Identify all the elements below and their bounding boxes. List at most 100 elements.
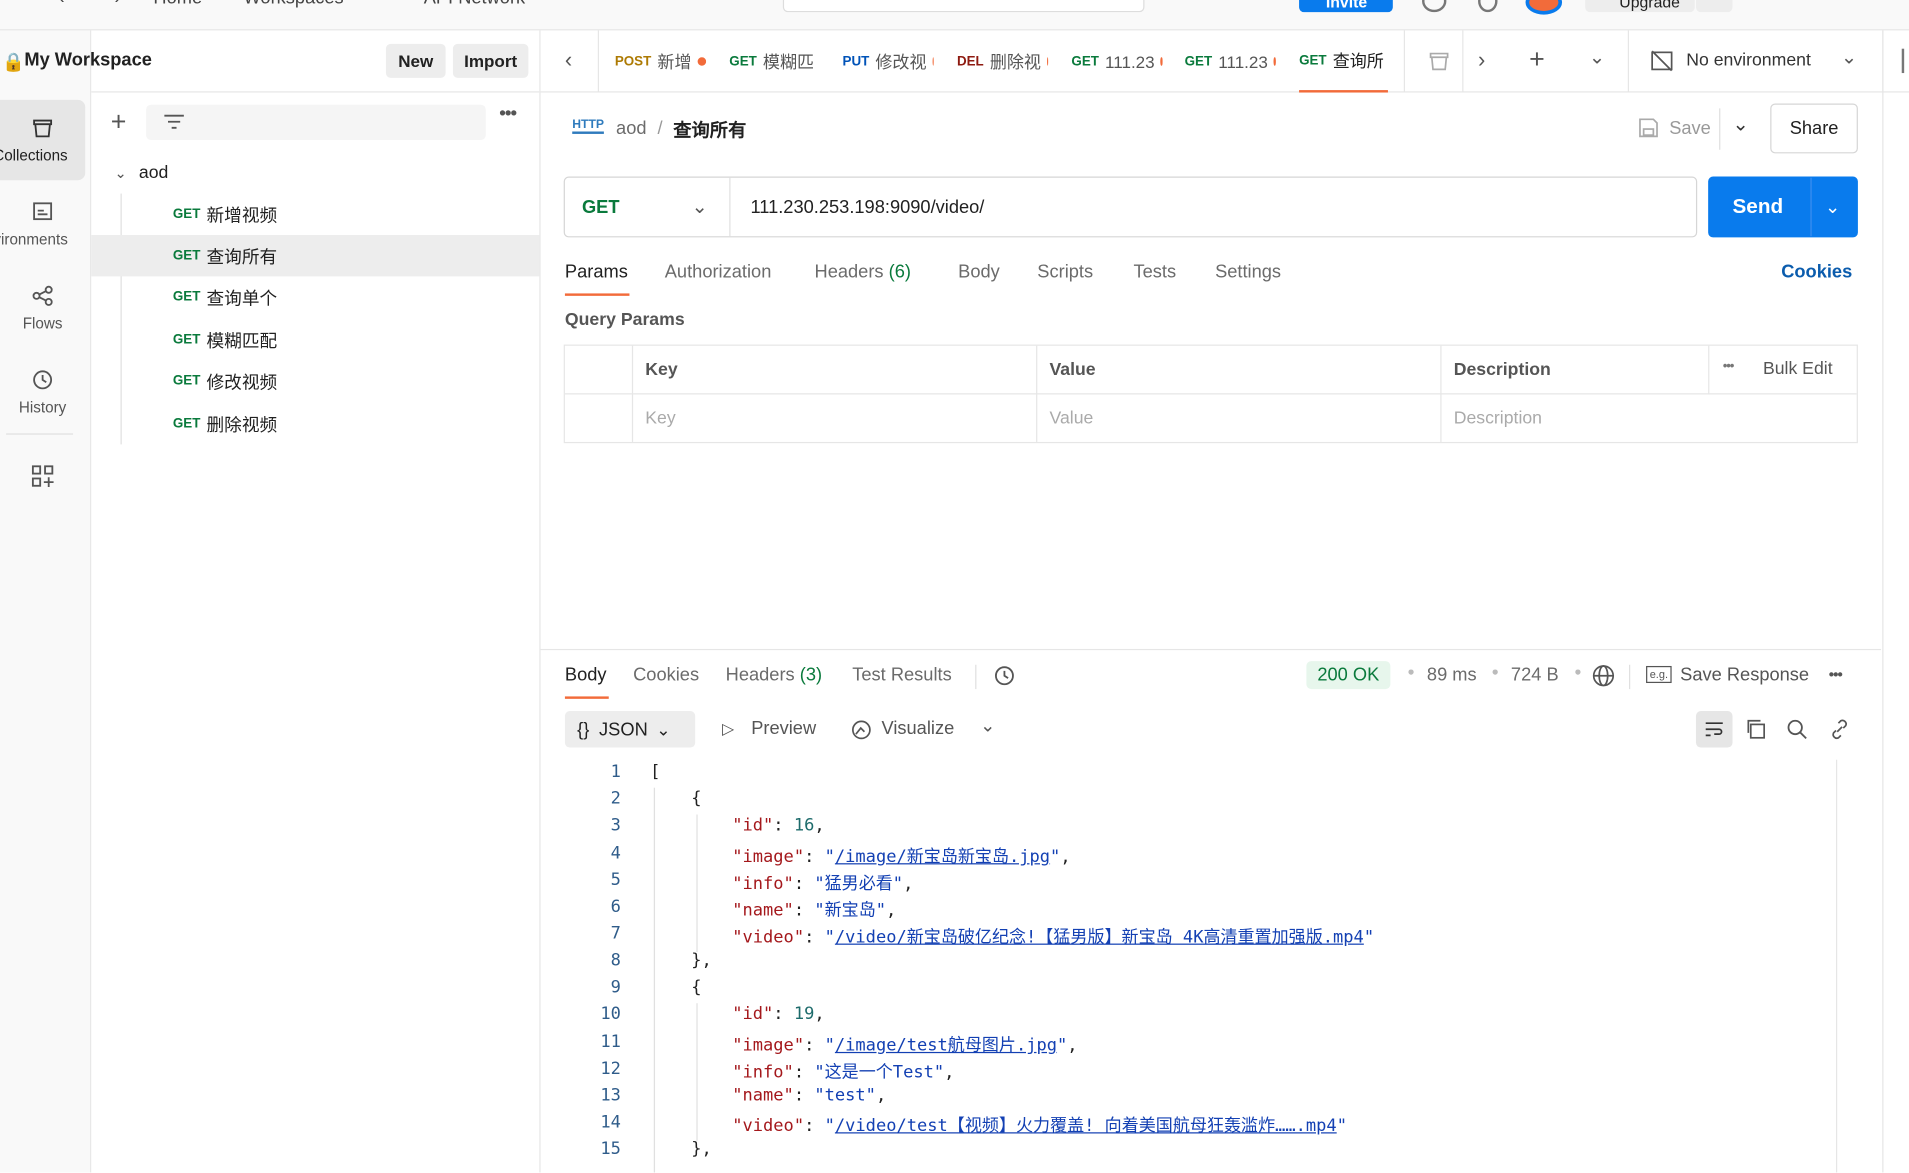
back-arrow-icon[interactable]: ‹ — [58, 0, 64, 9]
upgrade-dropdown[interactable] — [1695, 0, 1733, 13]
tab-get[interactable]: GET 模糊匹 — [729, 30, 821, 92]
history-icon[interactable] — [992, 664, 1016, 688]
forward-arrow-icon[interactable]: › — [114, 0, 120, 9]
response-tab-test-results[interactable]: Test Results — [852, 665, 951, 686]
save-response-button[interactable]: Save Response — [1680, 665, 1809, 686]
tab-settings[interactable]: Settings — [1215, 262, 1281, 283]
flows-nav[interactable]: Flows — [0, 268, 85, 348]
add-collection-icon[interactable]: + — [111, 106, 127, 138]
editor-scrollbar[interactable] — [1835, 759, 1838, 1173]
request-item[interactable]: GET 删除视频 — [91, 403, 539, 444]
new-tab-icon[interactable]: + — [1529, 44, 1545, 76]
upgrade-button[interactable]: Upgrade — [1585, 0, 1695, 13]
tab-del[interactable]: DEL 删除视 — [957, 30, 1049, 92]
status-badge[interactable]: 200 OK — [1306, 661, 1391, 690]
import-button[interactable]: Import — [452, 43, 529, 78]
filter-input[interactable] — [146, 104, 486, 141]
tab-post[interactable]: POST 新增 — [615, 30, 707, 92]
environments-nav[interactable]: Environments — [0, 184, 85, 264]
request-item[interactable]: GET 修改视频 — [91, 360, 539, 401]
json-video-link[interactable]: /video/新宝岛破亿纪念!【猛男版】新宝岛 4K高清重置加强版.mp4 — [835, 928, 1364, 947]
tab-headers[interactable]: Headers (6) — [815, 262, 911, 283]
url-input[interactable]: 111.230.253.198:9090/video/ — [750, 197, 984, 218]
method-dropdown-icon[interactable]: ⌄ — [692, 195, 708, 219]
clear-tabs-icon[interactable] — [1428, 50, 1450, 72]
visualize-dropdown-icon[interactable]: ⌄ — [980, 715, 995, 737]
bulk-edit-button[interactable]: Bulk Edit — [1763, 359, 1833, 378]
tab-params[interactable]: Params — [565, 262, 628, 283]
right-panel-toggle[interactable] — [1901, 48, 1905, 74]
new-button[interactable]: New — [385, 43, 446, 78]
send-button[interactable]: Send ⌄ — [1708, 176, 1858, 238]
request-item[interactable]: GET 新增视频 — [91, 194, 539, 235]
link-icon[interactable] — [1829, 718, 1851, 740]
value-input[interactable]: Value — [1036, 394, 1440, 441]
json-image-link[interactable]: /image/test航母图片.jpg — [835, 1036, 1057, 1055]
tabs-scroll-right-icon[interactable]: › — [1478, 47, 1485, 73]
response-tab-cookies[interactable]: Cookies — [633, 665, 699, 686]
json-video-link[interactable]: /video/test【视频】火力覆盖! 向着美国航母狂轰滥炸…….mp4 — [835, 1116, 1337, 1135]
response-tab-body[interactable]: Body — [565, 665, 607, 686]
globe-icon[interactable] — [1591, 664, 1615, 688]
cookies-link[interactable]: Cookies — [1781, 262, 1852, 283]
wrap-lines-button[interactable] — [1695, 711, 1733, 748]
settings-icon[interactable] — [1422, 0, 1447, 13]
preview-button[interactable]: Preview — [751, 718, 816, 739]
tab-tests[interactable]: Tests — [1133, 262, 1176, 283]
tab-body[interactable]: Body — [958, 262, 1000, 283]
save-button[interactable]: Save — [1669, 118, 1711, 139]
history-nav[interactable]: History — [0, 352, 85, 432]
copy-icon[interactable] — [1745, 718, 1767, 740]
page-title[interactable]: 查询所有 — [673, 117, 746, 143]
response-size[interactable]: 724 B — [1511, 665, 1559, 686]
tabs-dropdown-icon[interactable]: ⌄ — [1589, 45, 1605, 69]
send-dropdown-icon[interactable]: ⌄ — [1825, 196, 1840, 218]
global-search-input[interactable] — [782, 0, 1145, 13]
pane-divider[interactable] — [540, 648, 1882, 651]
breadcrumb-collection[interactable]: aod — [616, 118, 646, 139]
description-input[interactable]: Description — [1440, 394, 1854, 441]
format-select[interactable]: {} JSON ⌄ — [564, 711, 696, 748]
save-dropdown-icon[interactable]: ⌄ — [1733, 112, 1749, 136]
tab-get[interactable]: GET 111.23 — [1185, 30, 1276, 92]
response-time[interactable]: 89 ms — [1427, 665, 1477, 686]
avatar[interactable] — [1525, 0, 1563, 15]
tab-scripts[interactable]: Scripts — [1037, 262, 1093, 283]
search-icon[interactable] — [1786, 718, 1808, 740]
environment-dropdown-icon[interactable]: ⌄ — [1841, 45, 1857, 69]
line-number: 5 — [610, 870, 621, 890]
request-item-selected[interactable]: GET 查询所有 — [91, 234, 540, 277]
tabs-scroll-left-icon[interactable]: ‹ — [565, 47, 572, 73]
response-more-icon[interactable]: ••• — [1829, 665, 1843, 683]
method-select[interactable]: GET — [582, 197, 692, 218]
key-input[interactable]: Key — [632, 394, 1036, 441]
invite-button[interactable]: Invite — [1299, 0, 1393, 13]
nav-api-network[interactable]: API Network — [424, 0, 525, 9]
collection-folder[interactable]: ⌄ aod — [91, 152, 539, 193]
visualize-button[interactable]: Visualize — [881, 718, 954, 739]
response-tab-headers[interactable]: Headers (3) — [726, 665, 822, 686]
nav-workspaces[interactable]: Workspaces — [244, 0, 344, 9]
query-params-title: Query Params — [564, 310, 685, 330]
request-item[interactable]: GET 查询单个 — [91, 276, 539, 317]
line-number: 6 — [610, 897, 621, 917]
tab-get[interactable]: GET 111.23 — [1071, 30, 1163, 92]
method-badge: GET — [172, 416, 201, 431]
method-badge: GET — [172, 289, 201, 305]
column-options-icon[interactable]: ••• — [1723, 359, 1735, 374]
json-image-link[interactable]: /image/新宝岛新宝岛.jpg — [835, 847, 1050, 866]
environment-selector[interactable]: No environment — [1686, 51, 1811, 70]
nav-home[interactable]: Home — [153, 0, 202, 9]
share-button[interactable]: Share — [1770, 103, 1858, 154]
json-name-value: test — [824, 1086, 866, 1106]
collections-nav[interactable]: Collections — [0, 99, 86, 181]
tab-authorization[interactable]: Authorization — [665, 262, 772, 283]
tab-put[interactable]: PUT 修改视 — [843, 30, 934, 92]
more-options-icon[interactable]: ••• — [499, 103, 517, 125]
column-header-description: Description — [1453, 359, 1551, 380]
configure-sidebar-button[interactable] — [0, 440, 85, 520]
tab-active[interactable]: GET 查询所 — [1299, 30, 1388, 93]
notifications-icon[interactable] — [1478, 0, 1498, 13]
request-item[interactable]: GET 模糊匹配 — [91, 319, 539, 360]
add-grid-icon — [31, 465, 54, 487]
